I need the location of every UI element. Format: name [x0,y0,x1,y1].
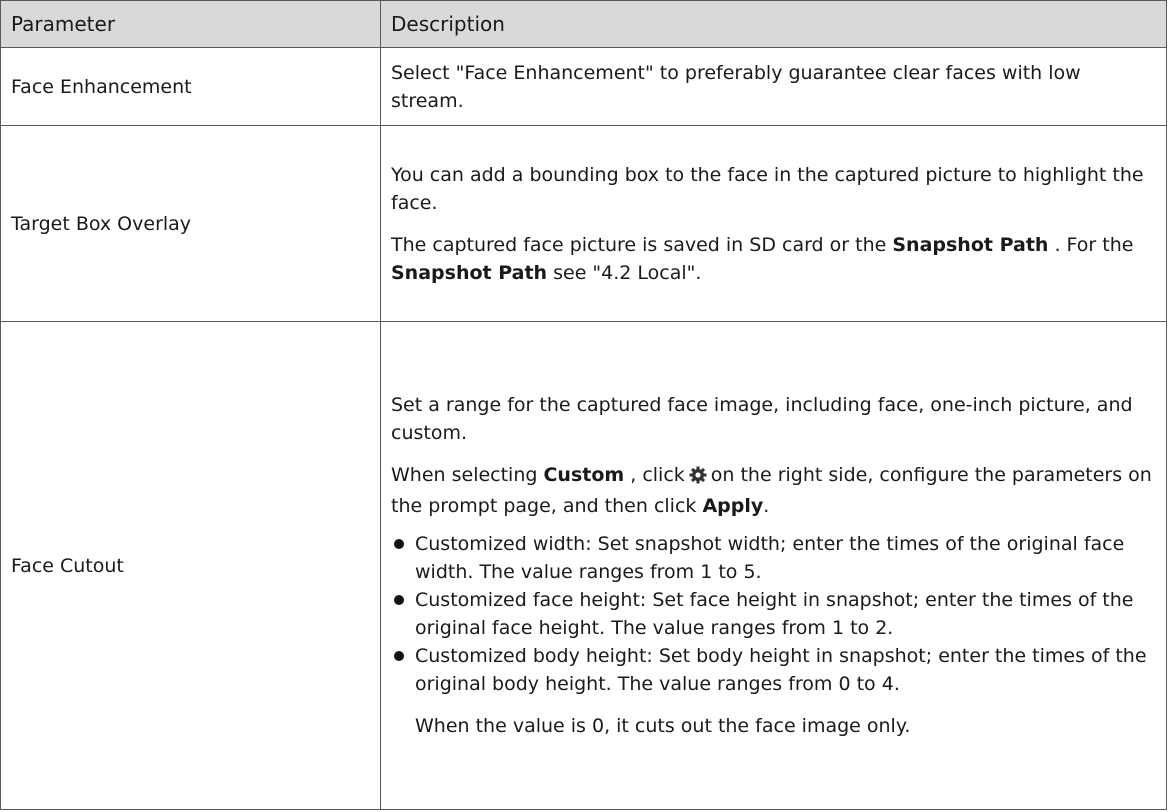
gear-icon [689,464,707,492]
text-run: When selecting [391,464,544,486]
list-item: Customized body height: Set body height … [391,642,1156,698]
header-parameter: Parameter [0,0,381,48]
bold-term: Apply [702,495,764,517]
bold-term: Custom [543,464,625,486]
list-item: Customized width: Set snapshot width; en… [391,530,1156,586]
option-list: Customized width: Set snapshot width; en… [391,530,1156,698]
table-row: Target Box Overlay You can add a boundin… [0,125,1167,322]
note-text: When the value is 0, it cuts out the fac… [415,715,911,737]
bold-term: Snapshot Path [391,261,548,284]
text-run: . For the [1048,233,1134,256]
desc-text: When selecting Custom , click on the righ… [391,461,1156,520]
desc-text: Select "Face Enhancement" to preferably … [391,61,1081,112]
header-description: Description [380,0,1167,48]
table-row: Face Cutout Set a range for the captured… [0,321,1167,810]
text-run: . [763,495,770,517]
text-run: see "4.2 Local". [547,261,702,284]
param-desc-target-box-overlay: You can add a bounding box to the face i… [380,125,1167,322]
param-name-face-enhancement: Face Enhancement [0,47,381,126]
text-run: The captured face picture is saved in SD… [391,233,893,256]
list-item: Customized face height: Set face height … [391,586,1156,642]
table-row: Face Enhancement Select "Face Enhancemen… [0,47,1167,126]
desc-text: The captured face picture is saved in SD… [391,231,1156,287]
desc-text: Set a range for the captured face image,… [391,394,1133,444]
param-name-face-cutout: Face Cutout [0,321,381,810]
bold-term: Snapshot Path [892,233,1049,256]
param-name-target-box-overlay: Target Box Overlay [0,125,381,322]
parameter-table: Parameter Description Face Enhancement S… [0,0,1167,810]
table-header-row: Parameter Description [0,0,1167,48]
param-desc-face-cutout: Set a range for the captured face image,… [380,321,1167,810]
desc-text: You can add a bounding box to the face i… [391,163,1144,214]
param-desc-face-enhancement: Select "Face Enhancement" to preferably … [380,47,1167,126]
text-run: , click [624,464,685,486]
